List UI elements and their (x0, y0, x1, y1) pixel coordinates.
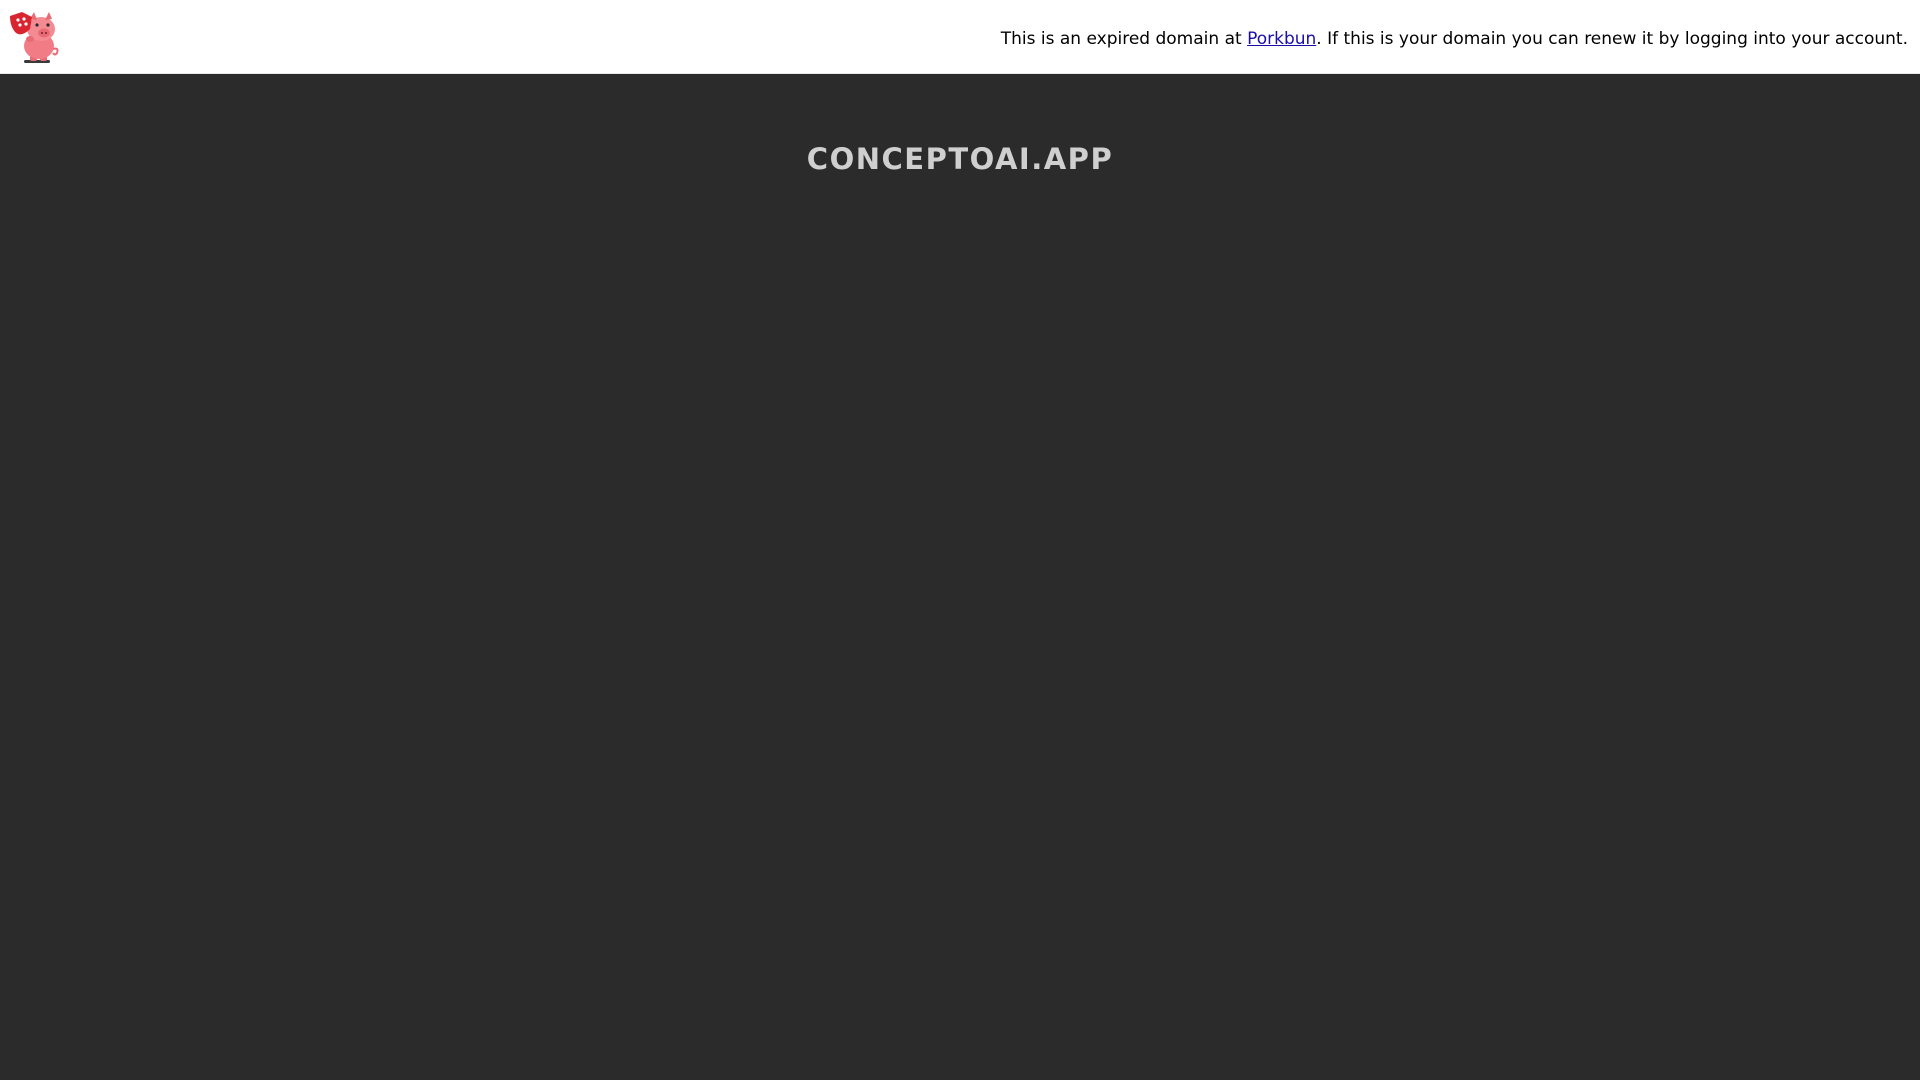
domain-name-heading: CONCEPTOAI.APP (806, 142, 1114, 176)
expired-domain-notice: This is an expired domain at Porkbun. If… (1001, 28, 1908, 50)
porkbun-logo-icon[interactable] (8, 9, 62, 67)
porkbun-link[interactable]: Porkbun (1247, 29, 1316, 49)
main-area: CONCEPTOAI.APP (0, 74, 1920, 1080)
notice-prefix: This is an expired domain at (1000, 29, 1248, 49)
top-bar: This is an expired domain at Porkbun. If… (0, 0, 1920, 74)
notice-suffix: . If this is your domain you can renew i… (1316, 29, 1908, 49)
